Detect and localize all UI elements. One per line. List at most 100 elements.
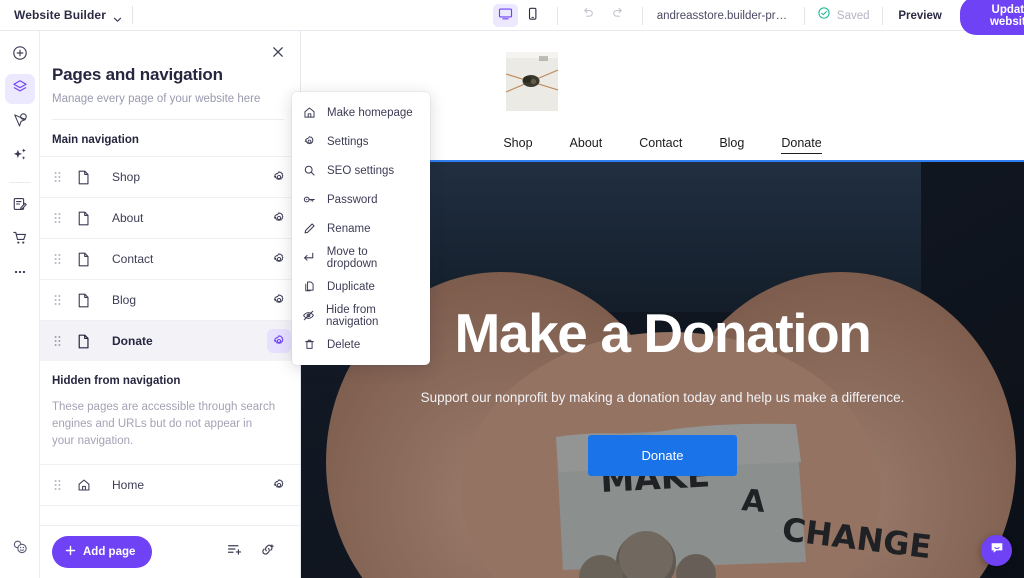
divider [804, 6, 805, 25]
main-navigation-label: Main navigation [52, 134, 139, 146]
menu-item-make-homepage[interactable]: Make homepage [292, 98, 430, 127]
site-url[interactable]: andreasstore.builder-preview… [655, 10, 792, 22]
eye-off-icon [302, 309, 315, 322]
page-row-about[interactable]: About [40, 197, 300, 238]
left-rail [0, 31, 40, 578]
menu-item-delete[interactable]: Delete [292, 330, 430, 359]
page-row-home[interactable]: Home [40, 464, 300, 505]
page-icon [76, 170, 91, 185]
drag-handle-icon[interactable] [52, 479, 62, 491]
mobile-view-button[interactable] [520, 4, 545, 27]
page-label: Contact [112, 252, 154, 266]
brand-menu[interactable]: Website Builder [0, 0, 122, 30]
preview-button[interactable]: Preview [894, 10, 945, 22]
page-settings-button[interactable] [267, 288, 291, 312]
pages-panel-header: Pages and navigation Manage every page o… [40, 31, 300, 120]
page-settings-button[interactable] [267, 247, 291, 271]
rail-item-add[interactable] [5, 40, 35, 70]
drag-handle-icon[interactable] [52, 335, 62, 347]
page-label: Shop [112, 170, 141, 184]
rail-item-forms[interactable] [5, 191, 35, 221]
save-status: Saved [817, 6, 870, 25]
nav-link-shop[interactable]: Shop [503, 136, 532, 154]
list-end-divider [40, 505, 300, 506]
page-icon [76, 252, 91, 267]
add-page-button[interactable]: Add page [52, 536, 153, 568]
desktop-icon [498, 6, 513, 26]
rail-item-comments[interactable] [5, 108, 35, 138]
add-page-label: Add page [83, 546, 136, 558]
menu-item-label: Delete [327, 338, 361, 351]
feedback-chat-icon [10, 537, 30, 562]
redo-icon [611, 6, 625, 25]
page-settings-button[interactable] [267, 329, 291, 353]
page-context-menu: Make homepage Settings SEO settings Pass… [292, 92, 430, 365]
drag-handle-icon[interactable] [52, 253, 62, 265]
menu-item-duplicate[interactable]: Duplicate [292, 272, 430, 301]
saved-label: Saved [836, 9, 870, 22]
ellipsis-icon [11, 263, 29, 286]
logo-image [506, 52, 558, 111]
page-label: Blog [112, 293, 137, 307]
chevron-down-icon [113, 11, 122, 22]
menu-item-hide-from-navigation[interactable]: Hide from navigation [292, 301, 430, 330]
menu-item-label: Make homepage [327, 106, 413, 119]
divider [641, 6, 643, 25]
menu-item-settings[interactable]: Settings [292, 127, 430, 156]
update-website-button[interactable]: Update website [959, 0, 1024, 35]
drag-handle-icon[interactable] [52, 171, 62, 183]
rail-item-store[interactable] [5, 225, 35, 255]
divider [131, 6, 133, 24]
hero-donate-button[interactable]: Donate [587, 435, 738, 476]
menu-item-label: Settings [327, 135, 369, 148]
rail-item-pages[interactable] [4, 74, 35, 104]
copy-icon [302, 280, 316, 293]
website-builder-app: Website Builder andreasstore.builder-pre… [0, 0, 1024, 578]
add-link-icon[interactable] [259, 541, 276, 563]
undo-button[interactable] [576, 5, 600, 27]
page-settings-button[interactable] [267, 206, 291, 230]
search-icon [302, 164, 316, 177]
plus-circle-icon [11, 44, 29, 67]
site-logo[interactable] [506, 52, 558, 111]
chat-widget-button[interactable] [981, 535, 1012, 566]
rail-item-ai[interactable] [5, 142, 35, 172]
page-settings-button[interactable] [267, 165, 291, 189]
hero-subtitle[interactable]: Support our nonprofit by making a donati… [421, 390, 905, 405]
plus-icon [65, 545, 76, 559]
menu-item-label: Duplicate [327, 280, 375, 293]
rail-item-more[interactable] [5, 259, 35, 289]
menu-item-label: Hide from navigation [326, 303, 379, 328]
home-icon [302, 106, 316, 119]
page-row-shop[interactable]: Shop [40, 156, 300, 197]
page-settings-button[interactable] [267, 473, 291, 497]
nav-link-donate[interactable]: Donate [781, 136, 822, 154]
drag-handle-icon[interactable] [52, 294, 62, 306]
key-icon [302, 193, 316, 206]
saved-check-icon [817, 6, 831, 25]
nav-link-contact[interactable]: Contact [639, 136, 682, 154]
drag-handle-icon[interactable] [52, 212, 62, 224]
nav-link-about[interactable]: About [570, 136, 603, 154]
menu-item-move-to-dropdown[interactable]: Move to dropdown [292, 243, 430, 272]
rail-item-feedback[interactable] [5, 534, 35, 564]
hidden-navigation-label: Hidden from navigation [52, 375, 181, 387]
menu-item-rename[interactable]: Rename [292, 214, 430, 243]
menu-item-label: Password [327, 193, 378, 206]
menu-item-seo-settings[interactable]: SEO settings [292, 156, 430, 185]
pages-panel: Pages and navigation Manage every page o… [40, 31, 301, 578]
menu-item-label: Rename [327, 222, 371, 235]
menu-item-password[interactable]: Password [292, 185, 430, 214]
mobile-icon [525, 6, 540, 26]
redo-button[interactable] [606, 5, 630, 27]
divider [881, 6, 883, 25]
page-label: Donate [112, 334, 153, 348]
nav-link-blog[interactable]: Blog [719, 136, 744, 154]
desktop-view-button[interactable] [493, 4, 519, 27]
hero-title[interactable]: Make a Donation [454, 306, 871, 361]
add-dropdown-icon[interactable] [226, 541, 243, 563]
close-panel-button[interactable] [268, 44, 288, 64]
page-row-donate[interactable]: Donate [40, 320, 300, 361]
page-row-contact[interactable]: Contact [40, 238, 300, 279]
page-row-blog[interactable]: Blog [40, 279, 300, 320]
